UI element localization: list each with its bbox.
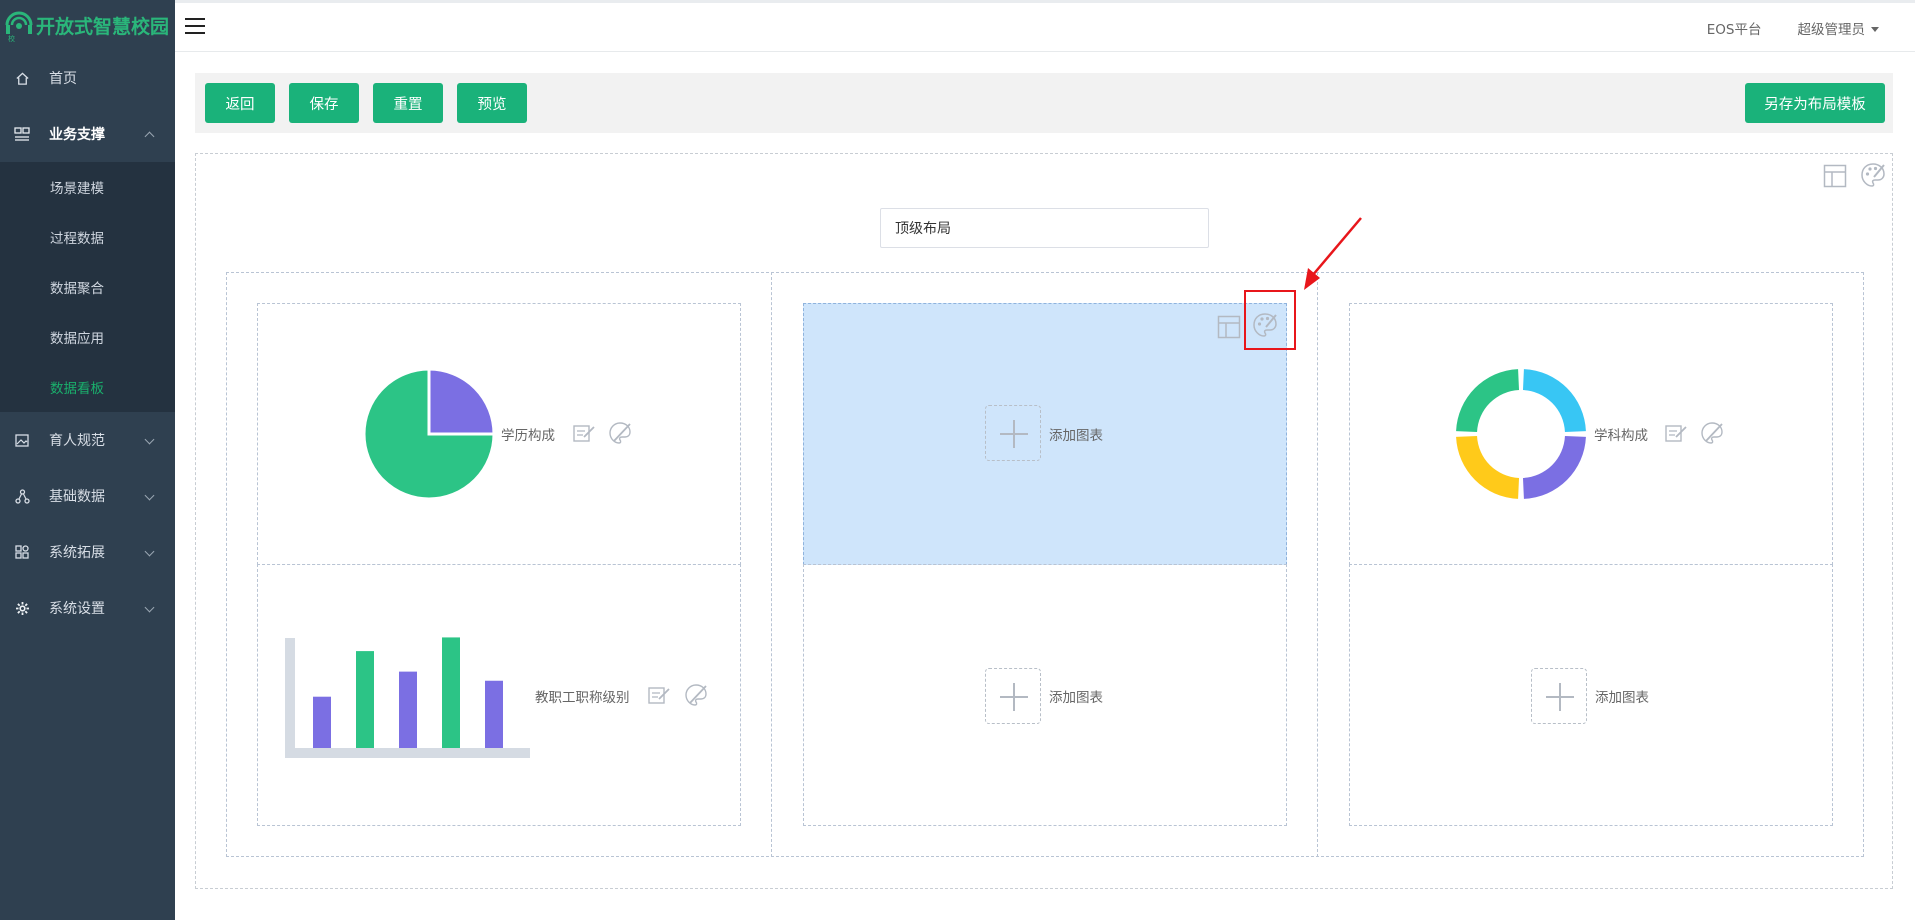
sidebar-subitem-data-dashboard[interactable]: 数据看板 xyxy=(0,362,175,412)
extension-icon xyxy=(14,544,30,560)
chart-label-subject: 学科构成 xyxy=(1594,428,1648,444)
chart-label-education: 学历构成 xyxy=(501,428,555,444)
layout-cell[interactable] xyxy=(1349,564,1833,826)
sidebar-item-system-extension[interactable]: 系统拓展 xyxy=(0,524,175,580)
add-chart-button[interactable] xyxy=(985,405,1041,461)
layout-cell[interactable] xyxy=(1349,303,1833,565)
add-chart-label[interactable]: 添加图表 xyxy=(1049,424,1103,444)
bar xyxy=(442,637,460,748)
palette-icon[interactable] xyxy=(608,421,632,445)
header-top-line xyxy=(175,0,1915,3)
palette-icon[interactable] xyxy=(684,683,708,707)
sidebar-subitem-data-application[interactable]: 数据应用 xyxy=(0,312,175,362)
pie-slice xyxy=(1456,435,1520,499)
save-as-template-button[interactable]: 另存为布局模板 xyxy=(1745,83,1885,123)
sidebar-item-system-settings[interactable]: 系统设置 xyxy=(0,580,175,636)
logo[interactable]: 校 开放式智慧校园 xyxy=(0,0,175,50)
layout-icon[interactable] xyxy=(1823,164,1847,188)
edit-icon[interactable] xyxy=(573,423,595,443)
chevron-down-icon xyxy=(144,602,155,613)
column-divider xyxy=(1317,272,1318,857)
pie-slice xyxy=(1456,369,1520,433)
sidebar: 校 开放式智慧校园 首页 业务支撑 场景建模 过程数据 数据聚合 数据应用 数据… xyxy=(0,0,175,920)
bar xyxy=(399,671,417,748)
column-divider xyxy=(771,272,772,857)
add-chart-label[interactable]: 添加图表 xyxy=(1049,686,1103,706)
sidebar-item-education-norms[interactable]: 育人规范 xyxy=(0,412,175,468)
sidebar-subitem-data-aggregation[interactable]: 数据聚合 xyxy=(0,262,175,312)
sidebar-item-label: 育人规范 xyxy=(49,433,105,449)
sidebar-item-home[interactable]: 首页 xyxy=(0,50,175,106)
bar xyxy=(485,680,503,748)
caret-down-icon xyxy=(1871,26,1879,32)
add-chart-label[interactable]: 添加图表 xyxy=(1595,686,1649,706)
chevron-down-icon xyxy=(144,490,155,501)
sidebar-item-label: 基础数据 xyxy=(49,489,105,505)
layout-cell[interactable] xyxy=(803,564,1287,826)
palette-icon[interactable] xyxy=(1700,421,1724,445)
sidebar-item-business-support[interactable]: 业务支撑 xyxy=(0,106,175,162)
reset-button[interactable]: 重置 xyxy=(373,83,443,123)
submenu-business-support: 场景建模 过程数据 数据聚合 数据应用 数据看板 xyxy=(0,162,175,412)
layout-title-value: 顶级布局 xyxy=(895,221,951,237)
sidebar-subitem-scene-modeling[interactable]: 场景建模 xyxy=(0,162,175,212)
platform-link[interactable]: EOS平台 xyxy=(1707,18,1762,38)
title-level-bar-chart xyxy=(285,637,530,758)
pie-slice xyxy=(427,368,495,436)
add-chart-button[interactable] xyxy=(985,668,1041,724)
menu-toggle-icon[interactable] xyxy=(185,18,205,34)
sidebar-item-label: 系统设置 xyxy=(49,601,105,617)
home-icon xyxy=(14,70,30,86)
layout-icon[interactable] xyxy=(1217,315,1241,339)
chart-label-title-level: 教职工职称级别 xyxy=(535,690,630,706)
sidebar-subitem-process-data[interactable]: 过程数据 xyxy=(0,212,175,262)
layout-title-input[interactable]: 顶级布局 xyxy=(880,208,1209,248)
svg-text:校: 校 xyxy=(8,34,15,43)
chevron-up-icon xyxy=(144,131,155,142)
annotation-arrow-icon xyxy=(1304,217,1362,290)
header-right: EOS平台 超级管理员 xyxy=(1707,18,1879,38)
edit-icon[interactable] xyxy=(1665,423,1687,443)
sidebar-item-basic-data[interactable]: 基础数据 xyxy=(0,468,175,524)
pie-slice xyxy=(1522,369,1586,433)
logo-emblem-icon: 校 xyxy=(5,11,33,43)
sidebar-item-label: 业务支撑 xyxy=(49,127,105,143)
settings-icon xyxy=(14,600,30,616)
brand-name: 开放式智慧校园 xyxy=(36,15,170,38)
bar xyxy=(356,651,374,748)
layout-icon xyxy=(14,126,30,142)
layout-cell-selected[interactable] xyxy=(803,303,1287,565)
user-dropdown[interactable]: 超级管理员 xyxy=(1797,18,1879,38)
preview-button[interactable]: 预览 xyxy=(457,83,527,123)
top-header: EOS平台 超级管理员 xyxy=(175,0,1915,52)
image-icon xyxy=(14,432,30,448)
save-button[interactable]: 保存 xyxy=(289,83,359,123)
user-name: 超级管理员 xyxy=(1797,22,1866,38)
annotation-highlight-box xyxy=(1244,290,1296,350)
back-button[interactable]: 返回 xyxy=(205,83,275,123)
pie-slice xyxy=(1522,435,1586,499)
chevron-down-icon xyxy=(144,434,155,445)
sidebar-item-label: 系统拓展 xyxy=(49,545,105,561)
toolbar: 返回 保存 重置 预览 另存为布局模板 xyxy=(195,73,1893,133)
edit-icon[interactable] xyxy=(648,685,670,705)
palette-icon[interactable] xyxy=(1860,162,1886,188)
bar xyxy=(313,696,331,748)
education-pie-chart xyxy=(363,368,495,500)
subject-donut-chart xyxy=(1456,369,1586,499)
layout-cell[interactable] xyxy=(257,303,741,565)
app-root: 校 开放式智慧校园 首页 业务支撑 场景建模 过程数据 数据聚合 数据应用 数据… xyxy=(0,0,1915,920)
add-chart-button[interactable] xyxy=(1531,668,1587,724)
nodes-icon xyxy=(14,488,30,504)
chevron-down-icon xyxy=(144,546,155,557)
sidebar-item-label: 首页 xyxy=(49,71,77,87)
